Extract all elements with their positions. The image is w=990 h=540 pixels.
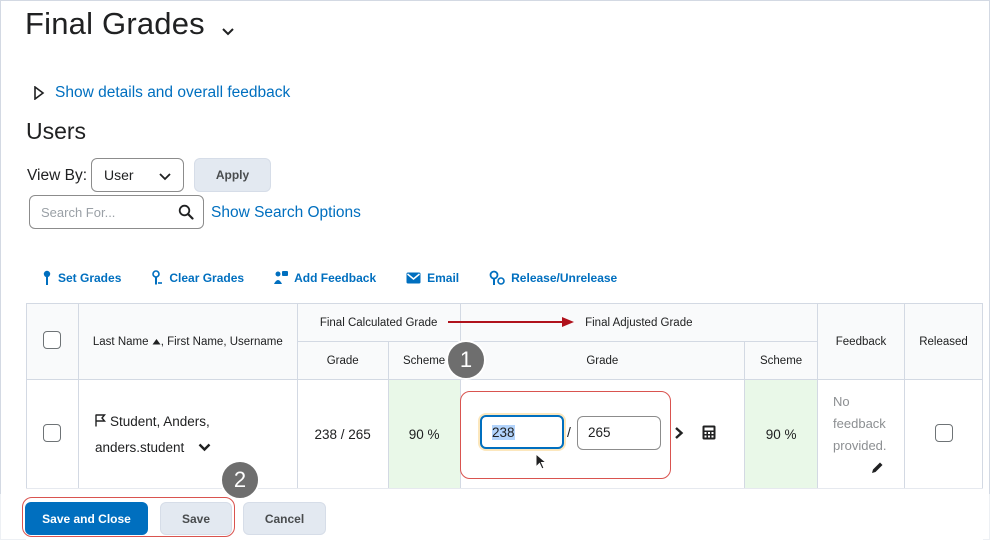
search-input[interactable]: Search For...: [29, 195, 204, 229]
row-checkbox[interactable]: [43, 424, 62, 442]
released-checkbox[interactable]: [934, 424, 953, 442]
feedback-text-1: No: [833, 394, 850, 409]
feedback-icon: [274, 271, 289, 284]
arrow-annotation: [448, 317, 574, 327]
release-unrelease-label: Release/Unrelease: [511, 271, 618, 285]
search-placeholder: Search For...: [41, 205, 116, 220]
details-toggle[interactable]: Show details and overall feedback: [33, 84, 290, 102]
name-column-rest: , First Name, Username: [160, 335, 283, 348]
row-select-cell: [26, 379, 79, 490]
email-action[interactable]: Email: [406, 270, 459, 286]
clear-grades-label: Clear Grades: [169, 271, 245, 285]
set-grades-label: Set Grades: [58, 271, 122, 285]
add-feedback-label: Add Feedback: [294, 271, 377, 285]
adj-scheme-value: 90 %: [744, 379, 819, 490]
final-calculated-header: Final Calculated Grade: [296, 303, 461, 342]
select-all-checkbox[interactable]: [43, 331, 62, 349]
view-by-value: User: [104, 167, 134, 183]
adj-scheme-header: Scheme: [744, 341, 819, 380]
email-label: Email: [427, 271, 460, 285]
released-header: Released: [904, 303, 983, 380]
select-all-cell: [26, 303, 79, 380]
release-unrelease-action[interactable]: Release/Unrelease: [489, 270, 617, 286]
pencil-icon[interactable]: [870, 460, 885, 475]
adjusted-grade-highlight: [460, 391, 671, 479]
calc-grade-header: Grade: [296, 341, 389, 380]
add-feedback-action[interactable]: Add Feedback: [274, 270, 376, 286]
feedback-cell: No feedback provided.: [817, 379, 905, 490]
section-title: Users: [26, 118, 87, 144]
pin-icon: [43, 270, 51, 285]
clear-grades-action[interactable]: Clear Grades: [151, 270, 244, 286]
student-name-cell: Student, Anders, anders.student: [77, 379, 298, 490]
feedback-header: Feedback: [817, 303, 905, 380]
name-column-header[interactable]: Last Name , First Name, Username: [77, 303, 298, 380]
search-options-link[interactable]: Show Search Options: [211, 204, 361, 222]
flag-icon[interactable]: [95, 413, 106, 427]
page-title: Final Grades: [25, 6, 205, 41]
feedback-text-2: feedback: [833, 416, 886, 431]
callout-badge-2: 2: [220, 460, 260, 500]
view-by-select[interactable]: User: [91, 158, 184, 192]
chevron-down-icon[interactable]: [198, 443, 211, 452]
action-bar: Set Grades Clear Grades Add Feedback Ema…: [42, 270, 647, 286]
chevron-down-icon[interactable]: [221, 25, 235, 39]
student-username: anders.student: [94, 439, 185, 455]
set-grades-action[interactable]: Set Grades: [42, 270, 121, 286]
sort-last-name[interactable]: Last Name: [93, 336, 149, 348]
adj-grade-header: Grade: [459, 341, 746, 380]
calc-grade-value: 238 / 265: [296, 379, 389, 490]
feedback-text-3: provided.: [833, 438, 887, 453]
clear-pin-icon: [152, 270, 163, 285]
release-icon: [489, 270, 505, 285]
view-by-label: View By:: [27, 167, 88, 184]
search-icon[interactable]: [178, 204, 194, 220]
callout-badge-1: 1: [446, 340, 486, 380]
calc-scheme-value: 90 %: [387, 379, 461, 490]
chevron-right-icon[interactable]: [674, 426, 684, 440]
details-link[interactable]: Show details and overall feedback: [55, 84, 290, 102]
apply-button[interactable]: Apply: [194, 158, 271, 192]
calculator-icon[interactable]: [702, 425, 716, 440]
email-icon: [406, 272, 421, 284]
student-name: Student, Anders,: [109, 413, 210, 429]
save-buttons-highlight: [22, 497, 235, 537]
caret-right-icon: [34, 86, 45, 100]
cancel-button[interactable]: Cancel: [243, 502, 326, 535]
released-cell: [904, 379, 983, 490]
sort-ascending-icon: [152, 338, 161, 344]
chevron-down-icon: [159, 173, 171, 181]
